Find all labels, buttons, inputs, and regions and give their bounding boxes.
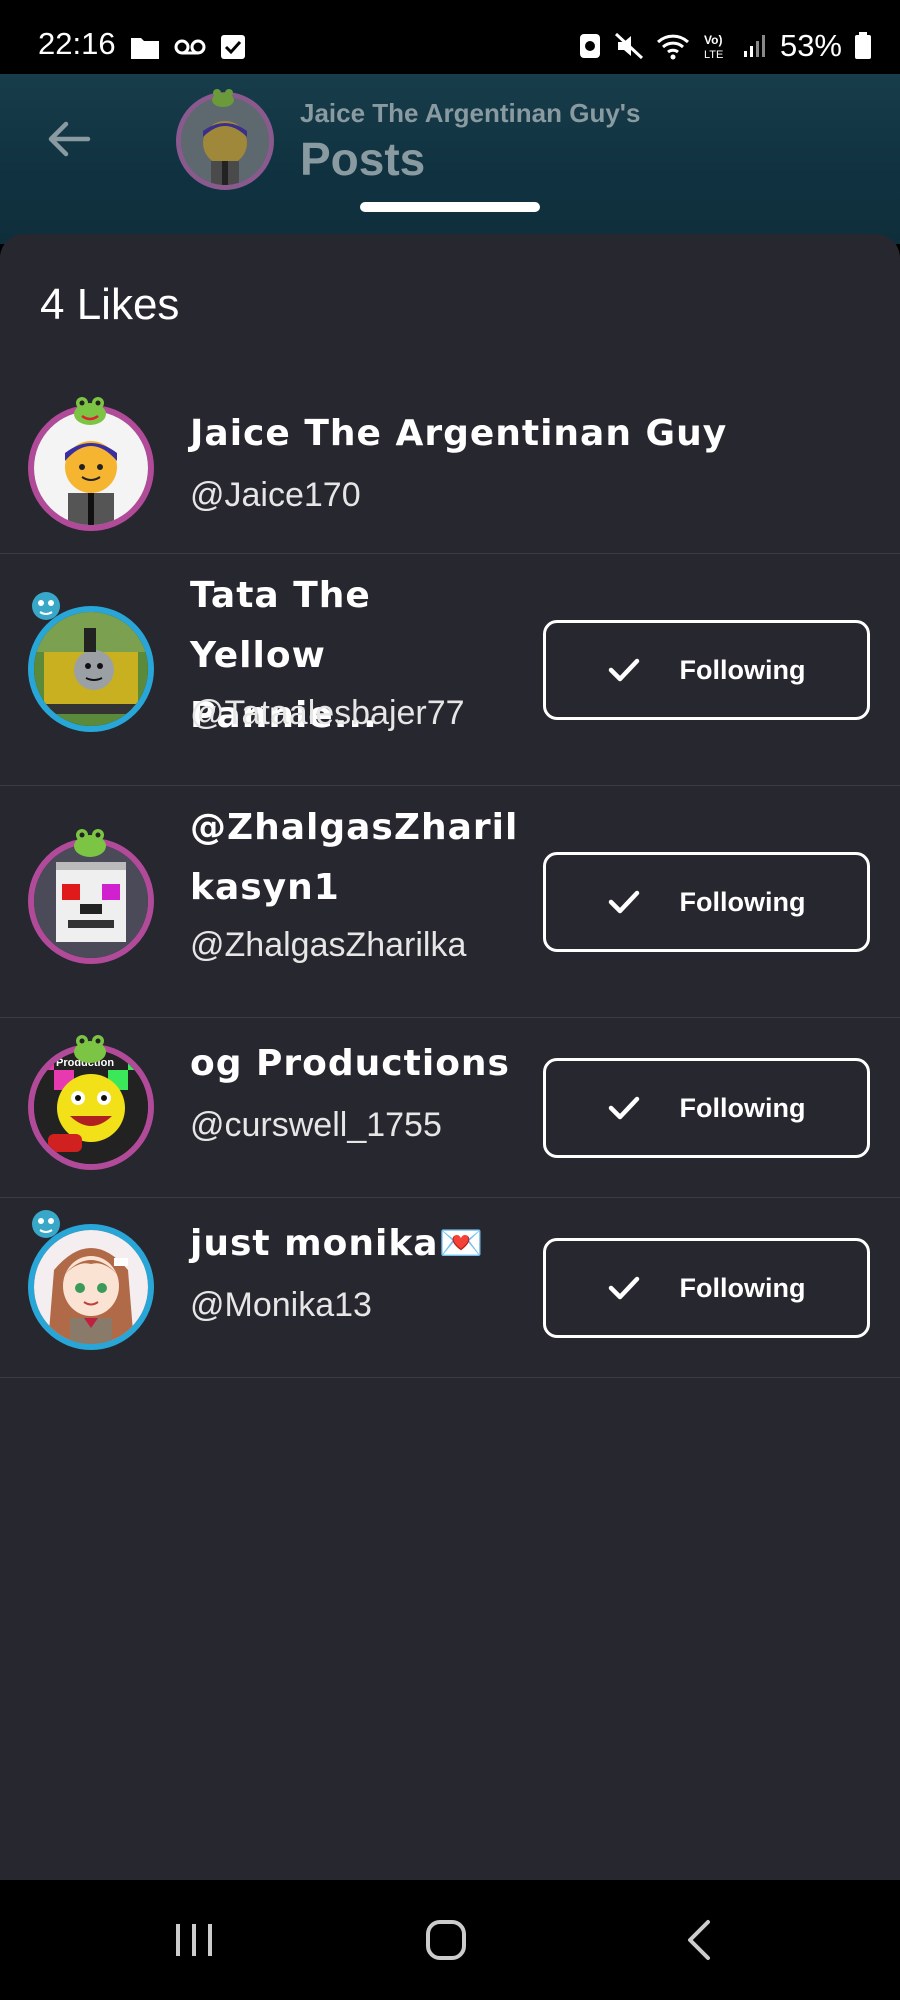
checkmark-icon bbox=[608, 1276, 639, 1300]
user-handle: @Monika13 bbox=[190, 1286, 372, 1324]
recent-apps-icon[interactable] bbox=[172, 1920, 216, 1960]
user-handle: @curswell_1755 bbox=[190, 1106, 442, 1144]
following-button[interactable]: Following bbox=[543, 852, 870, 952]
following-button[interactable]: Following bbox=[543, 1238, 870, 1338]
voicemail-icon bbox=[174, 39, 206, 55]
back-arrow-icon[interactable] bbox=[44, 114, 94, 164]
user-name-line1[interactable]: Tata The bbox=[190, 566, 510, 626]
user-handle: @Jaice170 bbox=[190, 476, 361, 514]
checkmark-icon bbox=[608, 658, 639, 682]
folder-icon bbox=[131, 38, 159, 59]
home-icon[interactable] bbox=[424, 1918, 468, 1962]
back-nav-icon[interactable] bbox=[684, 1918, 714, 1962]
checkmark-icon bbox=[608, 1096, 639, 1120]
list-item[interactable]: @ZhalgasZharil kasyn1 @ZhalgasZharilka F… bbox=[0, 786, 900, 1018]
check-box-icon bbox=[221, 35, 245, 59]
avatar[interactable] bbox=[28, 606, 154, 732]
volte-icon: Vo) LTE bbox=[704, 33, 723, 61]
user-name[interactable]: Jaice The Argentinan Guy bbox=[190, 404, 750, 464]
list-item[interactable]: Production og Productions @curswell_1755… bbox=[0, 1018, 900, 1198]
status-time: 22:16 bbox=[38, 26, 116, 61]
sheet-drag-handle[interactable] bbox=[360, 202, 540, 212]
mute-icon bbox=[614, 32, 643, 60]
system-nav-bar bbox=[0, 1880, 900, 2000]
snake-badge-icon bbox=[32, 592, 60, 620]
following-button-label: Following bbox=[679, 886, 806, 917]
user-handle: @Tataalesbajer77 bbox=[190, 694, 465, 732]
post-header: Jaice The Argentinan Guy's Posts bbox=[0, 74, 900, 244]
frog-badge-icon bbox=[74, 829, 106, 857]
battery-percent: 53% bbox=[779, 28, 842, 63]
status-bar: 22:16 Vo) LTE 53% bbox=[0, 0, 900, 74]
likes-sheet: 4 Likes Jaice The Argentinan Guy @Jaice1… bbox=[0, 234, 900, 1880]
frog-badge-icon bbox=[212, 89, 234, 107]
checkmark-icon bbox=[608, 890, 639, 914]
frog-badge-icon bbox=[74, 1035, 106, 1063]
nfc-icon bbox=[579, 34, 600, 58]
header-subtitle: Jaice The Argentinan Guy's bbox=[300, 98, 641, 128]
following-button-label: Following bbox=[679, 1272, 806, 1303]
user-name-line1[interactable]: @ZhalgasZharil bbox=[190, 798, 517, 858]
author-avatar-image bbox=[181, 97, 269, 185]
svg-text:Vo): Vo) bbox=[704, 33, 722, 47]
signal-icon bbox=[743, 35, 765, 57]
following-button-label: Following bbox=[679, 1092, 806, 1123]
following-button-label: Following bbox=[679, 654, 806, 685]
list-item[interactable]: just monika💌 @Monika13 Following bbox=[0, 1198, 900, 1378]
header-title: Posts bbox=[300, 133, 426, 185]
list-item[interactable]: Jaice The Argentinan Guy @Jaice170 bbox=[0, 384, 900, 554]
following-button[interactable]: Following bbox=[543, 620, 870, 720]
avatar[interactable] bbox=[28, 1224, 154, 1350]
user-name[interactable]: just monika💌 bbox=[190, 1214, 510, 1274]
likes-count: 4 Likes bbox=[40, 280, 180, 329]
snake-badge-icon bbox=[32, 1210, 60, 1238]
user-name-line2[interactable]: kasyn1 bbox=[190, 858, 510, 918]
list-item[interactable]: Tata The Yellow Pannie... @Tataalesbajer… bbox=[0, 554, 900, 786]
user-handle: @ZhalgasZharilka bbox=[190, 926, 467, 964]
user-name[interactable]: og Productions bbox=[190, 1034, 510, 1094]
wifi-icon bbox=[656, 34, 689, 60]
frog-badge-icon bbox=[74, 397, 106, 425]
following-button[interactable]: Following bbox=[543, 1058, 870, 1158]
battery-icon bbox=[855, 32, 871, 59]
svg-text:LTE: LTE bbox=[704, 49, 723, 61]
